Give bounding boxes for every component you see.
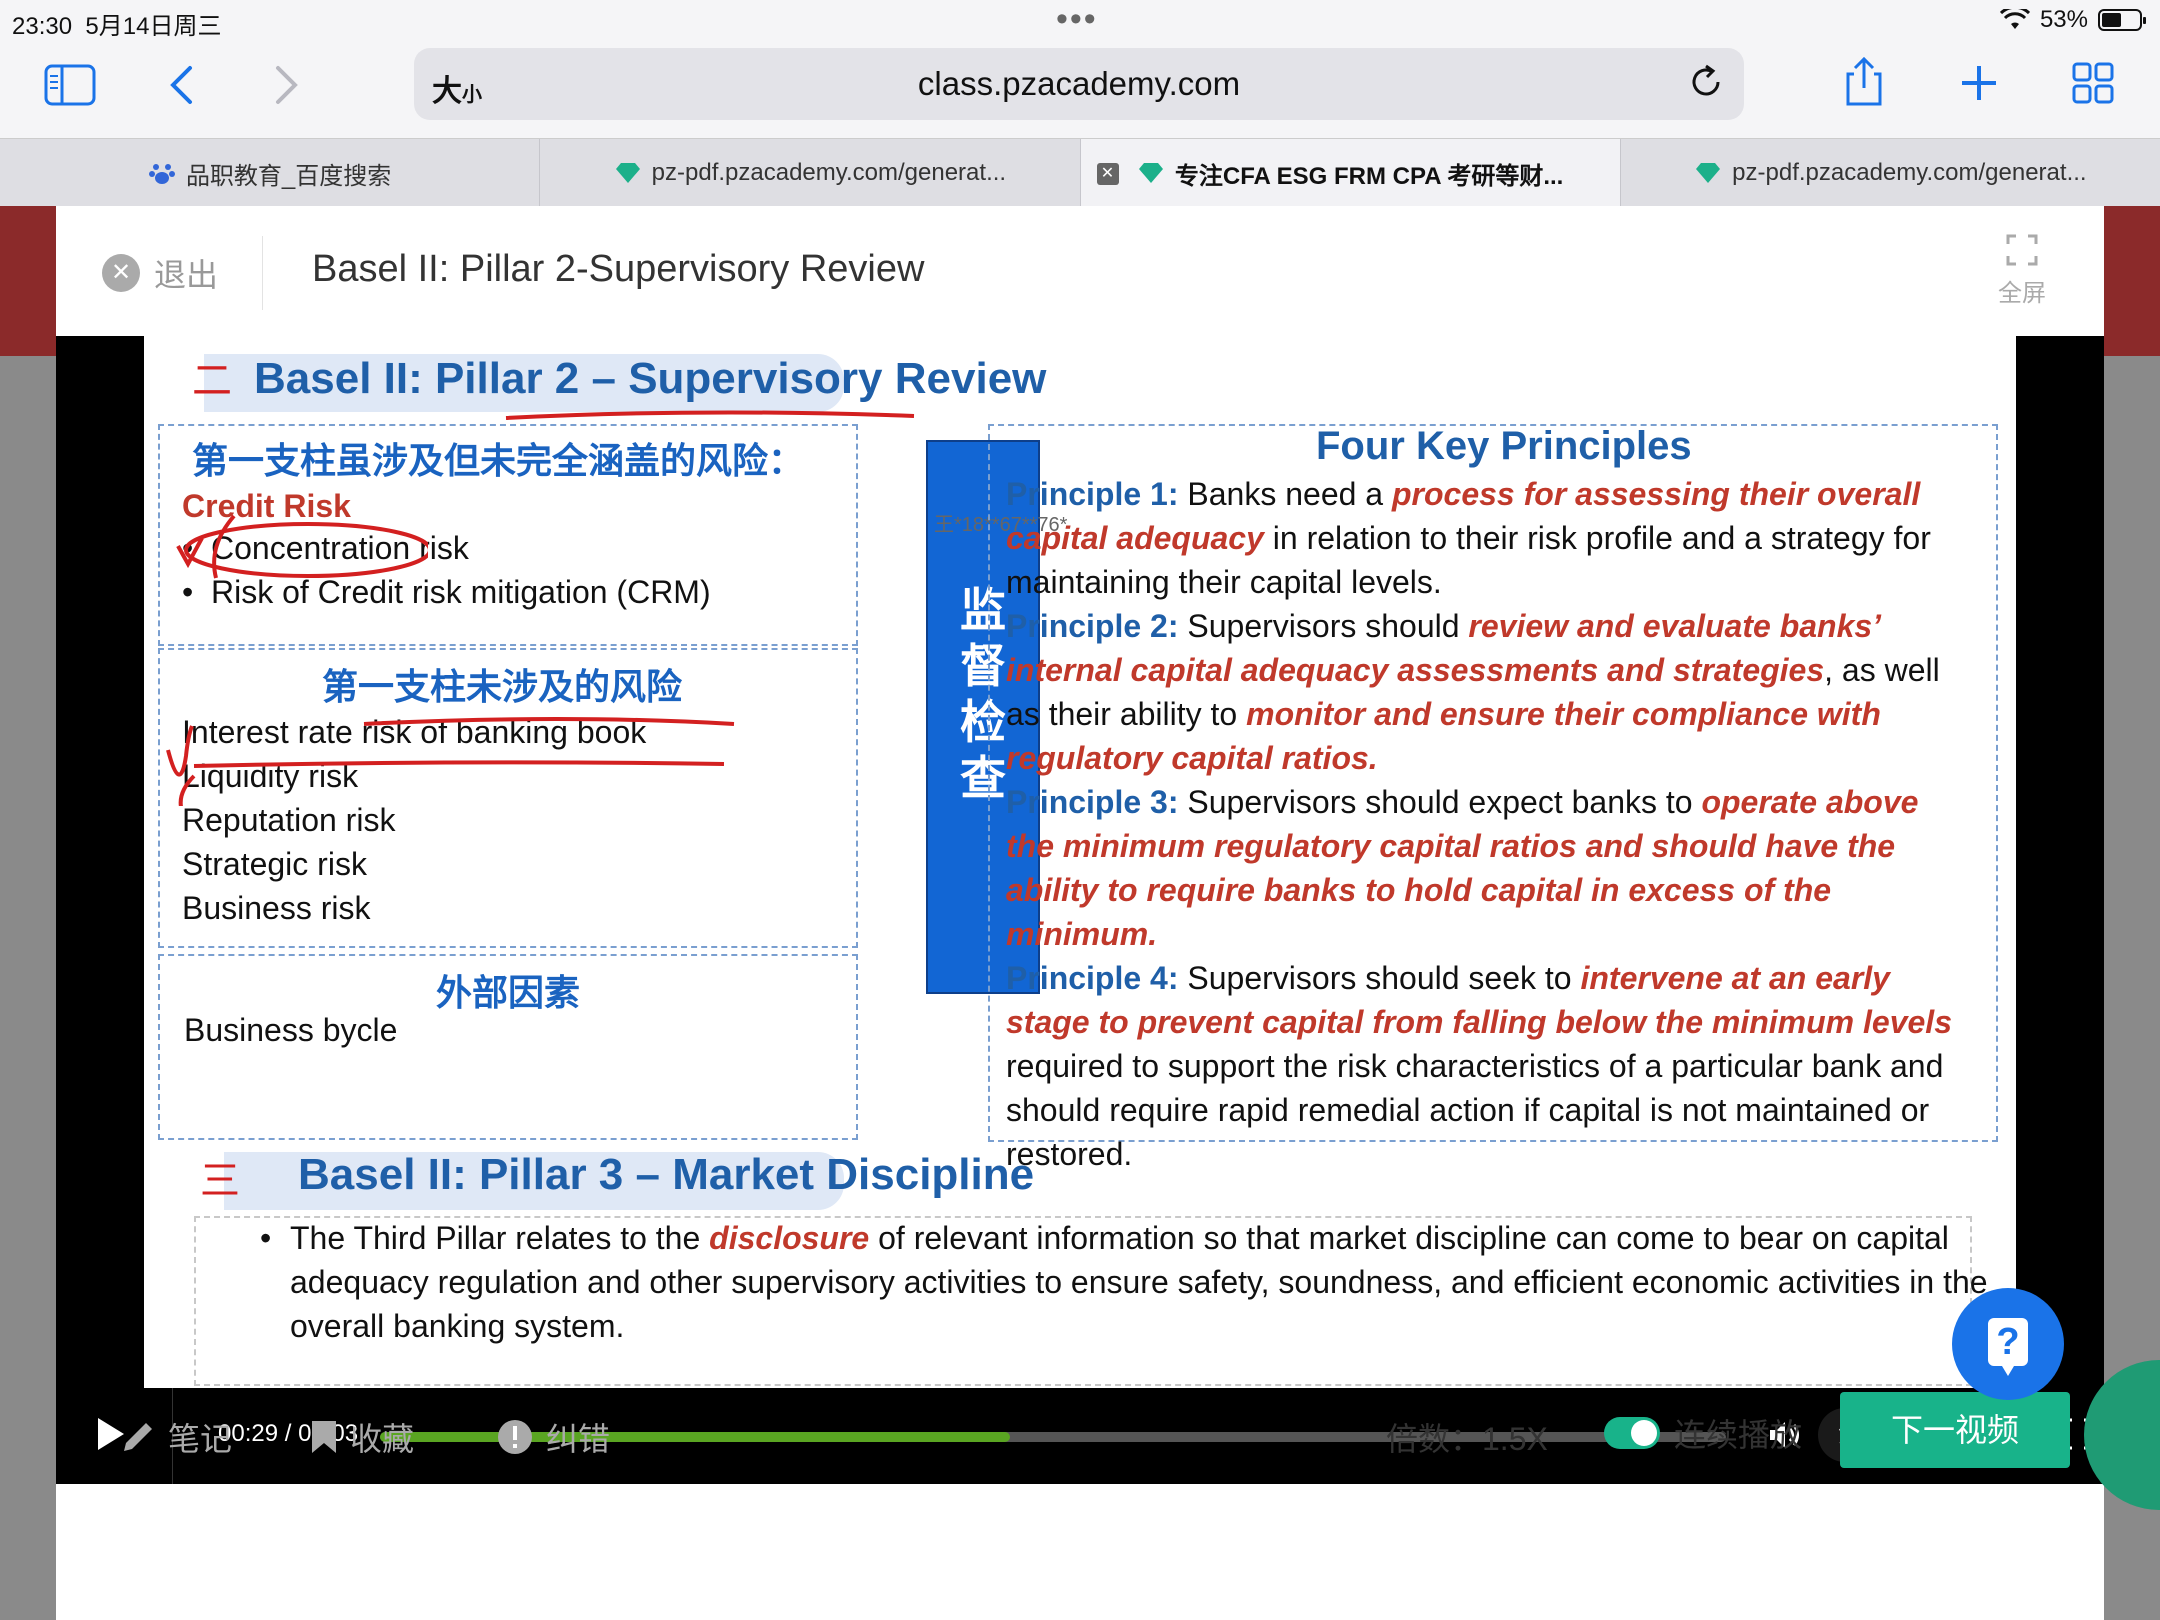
close-tab-icon[interactable]: ✕ bbox=[1096, 163, 1119, 185]
autoplay-toggle[interactable]: 连续播放 bbox=[1604, 1410, 1802, 1456]
exit-button[interactable]: ✕ 退出 bbox=[102, 250, 218, 296]
pillar3-paragraph: • The Third Pillar relates to the disclos… bbox=[260, 1220, 1988, 1344]
list-item: Business risk bbox=[182, 890, 371, 926]
list-item: Reputation risk bbox=[182, 802, 396, 838]
red-underline-annotation bbox=[505, 410, 915, 420]
report-error-button[interactable]: 纠错 bbox=[496, 1414, 610, 1460]
tab-baidu[interactable]: 品职教育_百度搜索 bbox=[0, 139, 541, 207]
sidebar-toggle-icon[interactable] bbox=[44, 64, 96, 106]
forward-icon[interactable] bbox=[274, 64, 300, 106]
lesson-actions: 笔记 收藏 纠错 倍数：1.5X 连续播放 下一视频 bbox=[56, 1354, 2104, 1620]
pz-diamond-icon bbox=[615, 163, 640, 183]
principle-item: Principle 3: Supervisors should expect b… bbox=[1006, 784, 1919, 952]
reload-icon[interactable] bbox=[1686, 62, 1726, 102]
question-icon: ? bbox=[1988, 1318, 2028, 1376]
baidu-paw-icon bbox=[148, 164, 175, 184]
notes-label: 笔记 bbox=[168, 1421, 233, 1457]
principles-list: Principle 1: Banks need a process for as… bbox=[1006, 472, 1974, 1176]
favorite-label: 收藏 bbox=[350, 1421, 415, 1457]
handwritten-section-number: 二 bbox=[192, 359, 232, 403]
box2-heading: 第一支柱未涉及的风险 bbox=[322, 666, 683, 707]
bookmark-icon bbox=[312, 1421, 336, 1453]
handwritten-section-number: 三 bbox=[200, 1159, 240, 1203]
favorite-button[interactable]: 收藏 bbox=[310, 1414, 414, 1460]
expand-icon bbox=[2006, 234, 2038, 266]
tab-pz-academy[interactable]: ✕ 专注CFA ESG FRM CPA 考研等财... bbox=[1080, 139, 1621, 207]
status-time: 23:30 5月14日周三 bbox=[12, 13, 222, 40]
video-area[interactable]: 二 Basel II: Pillar 2 – Supervisory Revie… bbox=[56, 336, 2104, 1484]
list-item: Business bycle bbox=[184, 1012, 398, 1048]
principle-item: Principle 1: Banks need a process for as… bbox=[1006, 476, 1931, 600]
box1-heading: 第一支柱虽涉及但未完全涵盖的风险： bbox=[192, 440, 805, 481]
pz-diamond-icon bbox=[1696, 163, 1721, 183]
pencil-icon bbox=[124, 1423, 152, 1451]
tab-label: pz-pdf.pzacademy.com/generat... bbox=[651, 159, 1007, 186]
tab-label: pz-pdf.pzacademy.com/generat... bbox=[1732, 159, 2087, 186]
fullscreen-button[interactable]: 全屏 bbox=[1998, 234, 2046, 308]
list-item: Strategic risk bbox=[182, 846, 367, 882]
red-circle-annotation bbox=[176, 514, 428, 579]
player-header: ✕ 退出 Basel II: Pillar 2-Supervisory Revi… bbox=[56, 206, 2104, 337]
status-bar: 23:30 5月14日周三 ••• 53% bbox=[0, 0, 2160, 40]
pz-diamond-icon bbox=[1138, 163, 1163, 183]
page-title: Basel II: Pillar 2-Supervisory Review bbox=[312, 248, 925, 290]
next-video-button[interactable]: 下一视频 bbox=[1840, 1392, 2070, 1468]
tab-overview-icon[interactable] bbox=[2072, 62, 2114, 104]
playback-speed[interactable]: 倍数：1.5X bbox=[1386, 1414, 1548, 1460]
report-label: 纠错 bbox=[546, 1421, 611, 1457]
close-circle-icon: ✕ bbox=[102, 254, 140, 292]
section3-title: Basel II: Pillar 3 – Market Discipline bbox=[298, 1150, 1035, 1199]
tab-pz-pdf-2[interactable]: pz-pdf.pzacademy.com/generat... bbox=[1621, 139, 2160, 207]
help-button[interactable]: ? bbox=[1952, 1288, 2064, 1400]
section2-title: Basel II: Pillar 2 – Supervisory Review bbox=[254, 354, 1047, 403]
principles-heading: Four Key Principles bbox=[1316, 424, 1692, 468]
principle-item: Principle 4: Supervisors should seek to … bbox=[1006, 960, 1952, 1172]
battery-icon bbox=[2098, 9, 2146, 31]
fullscreen-label: 全屏 bbox=[1998, 280, 2046, 307]
tab-strip: 品职教育_百度搜索 pz-pdf.pzacademy.com/generat..… bbox=[0, 138, 2160, 208]
notes-button[interactable]: 笔记 bbox=[120, 1414, 232, 1460]
principle-item: Principle 2: Supervisors should review a… bbox=[1006, 608, 1940, 776]
exit-label: 退出 bbox=[154, 257, 219, 293]
autoplay-label: 连续播放 bbox=[1674, 1417, 1803, 1453]
new-tab-icon[interactable] bbox=[1960, 64, 1998, 102]
battery-percent: 53% bbox=[2039, 6, 2088, 33]
box3-heading: 外部因素 bbox=[436, 972, 581, 1013]
lecture-slide: 二 Basel II: Pillar 2 – Supervisory Revie… bbox=[144, 336, 2016, 1388]
share-icon[interactable] bbox=[1842, 56, 1886, 108]
toggle-switch[interactable] bbox=[1604, 1417, 1660, 1449]
multitask-dots-icon[interactable]: ••• bbox=[1056, 0, 1098, 39]
tab-label: 品职教育_百度搜索 bbox=[185, 162, 392, 190]
red-underline-annotation bbox=[166, 717, 735, 806]
address-bar[interactable]: 大小 class.pzacademy.com bbox=[414, 48, 1744, 120]
video-player-card: ✕ 退出 Basel II: Pillar 2-Supervisory Revi… bbox=[56, 206, 2104, 1620]
divider bbox=[262, 236, 263, 310]
wifi-icon bbox=[1999, 9, 2030, 29]
back-icon[interactable] bbox=[168, 64, 194, 106]
tab-pz-pdf-1[interactable]: pz-pdf.pzacademy.com/generat... bbox=[540, 139, 1081, 207]
tab-label: 专注CFA ESG FRM CPA 考研等财... bbox=[1174, 162, 1564, 190]
url-text: class.pzacademy.com bbox=[917, 65, 1241, 102]
warning-circle-icon bbox=[498, 1420, 532, 1454]
